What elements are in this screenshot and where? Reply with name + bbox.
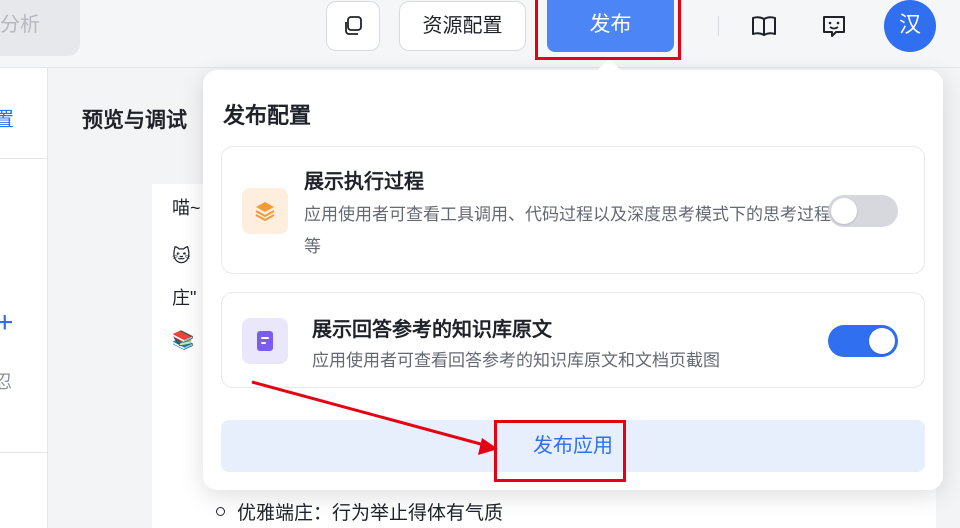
copy-icon	[345, 16, 362, 35]
option-show-knowledge-source: 展示回答参考的知识库原文 应用使用者可查看回答参考的知识库原文和文档页截图	[221, 292, 925, 388]
book-icon	[752, 16, 776, 36]
sidebar-divider	[0, 452, 48, 453]
left-sidebar: 置 + 忍	[0, 68, 48, 528]
copy-button[interactable]	[326, 1, 380, 51]
list-item: 优雅端庄：行为举止得体有气质	[216, 498, 503, 525]
sidebar-divider	[0, 158, 48, 159]
show-knowledge-source-toggle[interactable]	[828, 325, 898, 357]
add-icon[interactable]: +	[0, 308, 14, 338]
chat-line: 庄"	[172, 288, 197, 308]
chat-line: 喵~	[172, 198, 201, 218]
option-title: 展示执行过程	[304, 171, 424, 193]
popover-title: 发布配置	[223, 103, 312, 128]
publish-app-button[interactable]: 发布应用	[221, 420, 925, 472]
document-icon	[242, 318, 288, 364]
resource-config-button[interactable]: 资源配置	[399, 1, 526, 51]
toggle-knob	[869, 328, 895, 354]
option-description: 应用使用者可查看工具调用、代码过程以及深度思考模式下的思考过程等	[304, 205, 831, 256]
publish-button[interactable]: 发布	[547, 0, 674, 52]
bullet-text: 优雅端庄：行为举止得体有气质	[237, 503, 504, 524]
docs-button[interactable]	[748, 10, 780, 42]
sidebar-item-config[interactable]: 置	[0, 103, 14, 132]
smile-chat-icon	[823, 16, 845, 37]
sidebar-item-label: 忍	[0, 372, 12, 392]
option-title: 展示回答参考的知识库原文	[312, 319, 552, 341]
top-bar: 分析 资源配置 发布 汉	[0, 0, 960, 68]
show-execution-toggle[interactable]	[828, 195, 898, 227]
publish-config-popover: 发布配置 展示执行过程 应用使用者可查看工具调用、代码过程以及深度思考模式下的思…	[203, 58, 943, 490]
toolbar-divider	[718, 16, 719, 36]
feedback-button[interactable]	[818, 10, 850, 42]
user-avatar[interactable]: 汉	[884, 0, 936, 52]
books-emoji: 📚	[172, 330, 195, 350]
analysis-label: 分析	[0, 14, 40, 36]
preview-title: 预览与调试	[82, 109, 187, 132]
option-description: 应用使用者可查看回答参考的知识库原文和文档页截图	[312, 351, 720, 370]
cat-emoji: 🐱	[172, 246, 191, 266]
bullet-icon	[216, 507, 225, 517]
option-show-execution: 展示执行过程 应用使用者可查看工具调用、代码过程以及深度思考模式下的思考过程等	[221, 146, 925, 274]
layers-icon	[242, 188, 288, 234]
toggle-knob	[831, 198, 857, 224]
analysis-button[interactable]: 分析	[0, 0, 80, 56]
